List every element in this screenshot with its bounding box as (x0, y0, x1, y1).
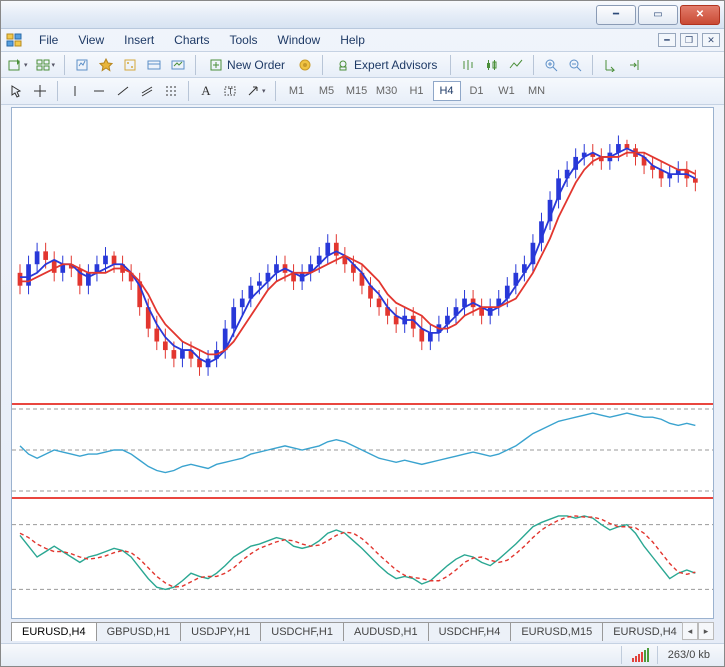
expert-advisors-label: Expert Advisors (354, 58, 437, 72)
metaquotes-button[interactable] (294, 54, 316, 76)
menu-charts[interactable]: Charts (164, 29, 219, 51)
menu-help[interactable]: Help (330, 29, 375, 51)
bar-chart-button[interactable] (457, 54, 479, 76)
svg-text:T: T (228, 87, 233, 96)
mdi-restore[interactable]: ❐ (680, 33, 698, 47)
chart-area[interactable] (11, 107, 714, 619)
chart-tab[interactable]: EURUSD,M15 (510, 622, 603, 641)
expert-advisors-button[interactable]: Expert Advisors (329, 54, 444, 76)
mdi-close[interactable]: ✕ (702, 33, 720, 47)
menubar: File View Insert Charts Tools Window Hel… (1, 29, 724, 52)
timeframe-h1[interactable]: H1 (403, 81, 431, 101)
tab-scroll-right[interactable]: ▸ (698, 622, 714, 640)
market-watch-button[interactable] (71, 54, 93, 76)
signal-icon (632, 648, 649, 662)
timeframe-d1[interactable]: D1 (463, 81, 491, 101)
crosshair-button[interactable] (29, 80, 51, 102)
chart-shift-button[interactable] (623, 54, 645, 76)
chart-tab[interactable]: USDJPY,H1 (180, 622, 261, 641)
fibonacci-button[interactable] (160, 80, 182, 102)
minimize-button[interactable]: ━ (596, 5, 636, 25)
timeframe-w1[interactable]: W1 (493, 81, 521, 101)
timeframe-m5[interactable]: M5 (313, 81, 341, 101)
timeframe-h4[interactable]: H4 (433, 81, 461, 101)
timeframe-selector: M1M5M15M30H1H4D1W1MN (282, 81, 552, 101)
vertical-line-button[interactable] (64, 80, 86, 102)
candle-chart-button[interactable] (481, 54, 503, 76)
menu-tools[interactable]: Tools (220, 29, 268, 51)
text-label-button[interactable]: T (219, 80, 241, 102)
toolbar-drawing: A T ▾ M1M5M15M30H1H4D1W1MN (1, 78, 724, 104)
profiles-button[interactable]: ▾ (33, 54, 59, 76)
channel-button[interactable] (136, 80, 158, 102)
timeframe-m30[interactable]: M30 (373, 81, 401, 101)
data-window-button[interactable] (119, 54, 141, 76)
toolbar-main: ▾ ▾ New Order Expert Advisors (1, 52, 724, 78)
horizontal-line-button[interactable] (88, 80, 110, 102)
menu-insert[interactable]: Insert (114, 29, 164, 51)
chart-tab[interactable]: GBPUSD,H1 (96, 622, 182, 641)
strategy-tester-button[interactable] (167, 54, 189, 76)
menu-file[interactable]: File (29, 29, 68, 51)
main-price-chart[interactable] (12, 108, 713, 403)
menu-view[interactable]: View (68, 29, 114, 51)
chart-tab[interactable]: USDCHF,H1 (260, 622, 344, 641)
terminal-button[interactable] (143, 54, 165, 76)
chart-tab[interactable]: AUDUSD,H1 (343, 622, 429, 641)
tab-scroll-left[interactable]: ◂ (682, 622, 698, 640)
timeframe-mn[interactable]: MN (523, 81, 551, 101)
menu-window[interactable]: Window (268, 29, 331, 51)
chart-tabs: EURUSD,H4GBPUSD,H1USDJPY,H1USDCHF,H1AUDU… (11, 621, 714, 642)
connection-text: 263/0 kb (668, 649, 710, 661)
close-button[interactable]: ✕ (680, 5, 720, 25)
text-button[interactable]: A (195, 80, 217, 102)
maximize-button[interactable]: ▭ (638, 5, 678, 25)
new-chart-button[interactable]: ▾ (5, 54, 31, 76)
new-order-label: New Order (227, 58, 285, 72)
trendline-button[interactable] (112, 80, 134, 102)
application-window: ━ ▭ ✕ File View Insert Charts Tools Wind… (0, 0, 725, 667)
navigator-button[interactable] (95, 54, 117, 76)
zoom-out-button[interactable] (564, 54, 586, 76)
chart-tab[interactable]: EURUSD,H4 (11, 622, 97, 641)
line-chart-button[interactable] (505, 54, 527, 76)
titlebar: ━ ▭ ✕ (1, 1, 724, 29)
cursor-button[interactable] (5, 80, 27, 102)
indicator-panel-2[interactable] (12, 499, 713, 618)
app-icon (5, 31, 23, 49)
indicator-panel-1[interactable] (12, 405, 713, 497)
zoom-in-button[interactable] (540, 54, 562, 76)
mdi-buttons: ━ ❐ ✕ (658, 33, 720, 47)
chart-tab[interactable]: EURUSD,H4 (602, 622, 682, 641)
arrows-button[interactable]: ▾ (243, 80, 269, 102)
new-order-button[interactable]: New Order (202, 54, 292, 76)
statusbar: 263/0 kb (1, 643, 724, 666)
auto-scroll-button[interactable] (599, 54, 621, 76)
chart-tab[interactable]: USDCHF,H4 (428, 622, 512, 641)
connection-status[interactable] (621, 646, 649, 664)
timeframe-m15[interactable]: M15 (343, 81, 371, 101)
mdi-minimize[interactable]: ━ (658, 33, 676, 47)
timeframe-m1[interactable]: M1 (283, 81, 311, 101)
